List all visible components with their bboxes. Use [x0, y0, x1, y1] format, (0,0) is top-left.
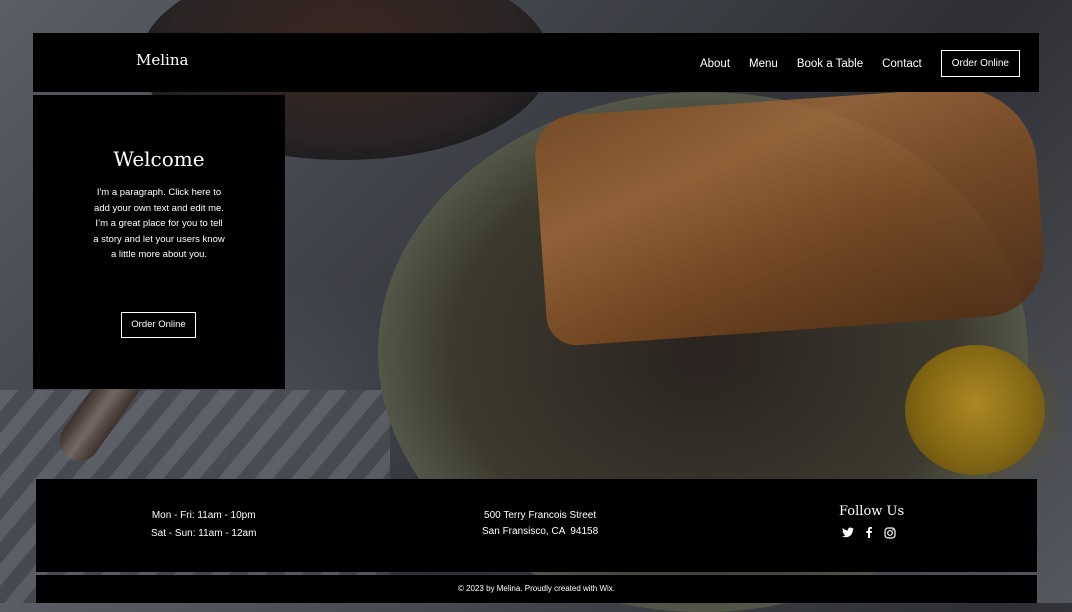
opening-hours: Mon - Fri: 11am - 10pm Sat - Sun: 11am -… [151, 507, 256, 543]
facebook-icon[interactable] [863, 527, 875, 539]
welcome-title: Welcome [113, 147, 205, 171]
header-order-online-button[interactable]: Order Online [940, 50, 1020, 77]
instagram-icon[interactable] [884, 527, 896, 539]
site-logo[interactable]: Melina [136, 51, 188, 69]
nav-book-a-table[interactable]: Book a Table [797, 58, 863, 70]
site-footer: Mon - Fri: 11am - 10pm Sat - Sun: 11am -… [36, 479, 1037, 572]
twitter-icon[interactable] [842, 527, 854, 539]
nav-menu[interactable]: Menu [749, 58, 778, 70]
site-header: Melina About Menu Book a Table Contact O… [33, 33, 1039, 92]
address: 500 Terry Francois Street San Fransisco,… [482, 508, 598, 540]
welcome-paragraph: I'm a paragraph. Click here to add your … [93, 187, 225, 260]
hours-weekdays: Mon - Fri: 11am - 10pm [151, 510, 256, 521]
main-nav: About Menu Book a Table Contact Order On… [681, 50, 1020, 77]
copyright-text: © 2023 by Melina. Proudly created with W… [457, 584, 616, 593]
hours-weekend: Sat - Sun: 11am - 12am [151, 528, 257, 539]
welcome-order-online-button[interactable]: Order Online [121, 312, 196, 338]
copyright-bar: © 2023 by Melina. Proudly created with W… [36, 575, 1037, 603]
address-street: 500 Terry Francois Street [484, 510, 597, 521]
lemon-image [905, 345, 1045, 475]
social-links [842, 527, 896, 539]
follow-us-title: Follow Us [839, 504, 905, 519]
nav-contact[interactable]: Contact [882, 58, 922, 70]
welcome-panel: Welcome I'm a paragraph. Click here to a… [33, 95, 285, 389]
address-city: San Fransisco, CA 94158 [482, 526, 599, 537]
nav-about[interactable]: About [700, 58, 730, 70]
toast-image [532, 82, 1048, 348]
